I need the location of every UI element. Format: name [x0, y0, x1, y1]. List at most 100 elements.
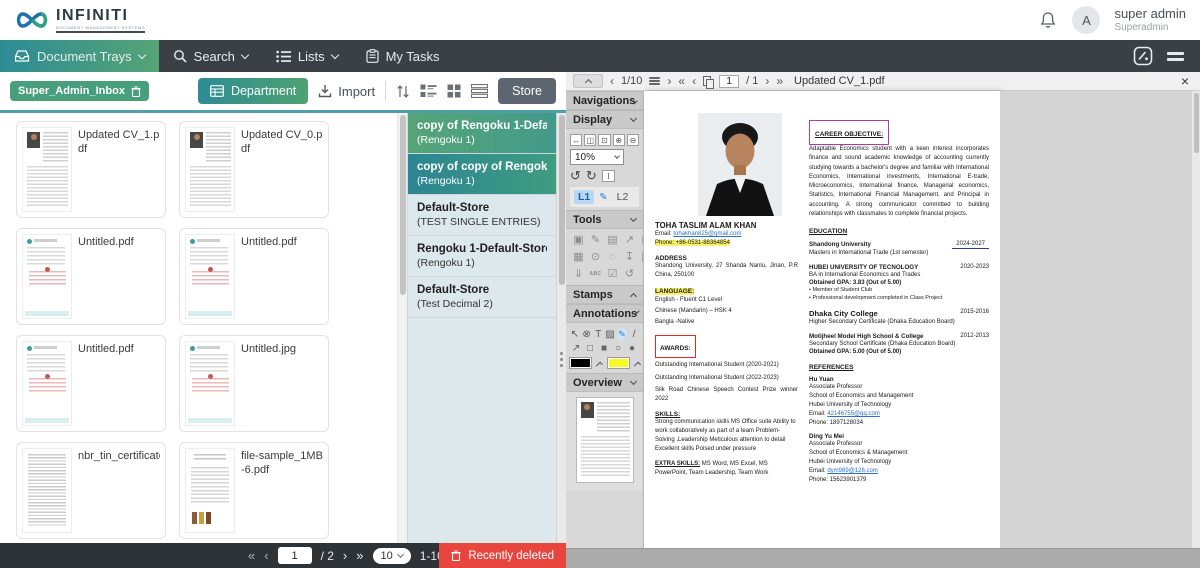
document-card[interactable]: Untitled.jpg: [179, 335, 329, 432]
last-page-icon[interactable]: »: [776, 75, 783, 87]
section-annotations[interactable]: Annotations: [566, 304, 643, 323]
store-item[interactable]: Rengoku 1-Default-Store (Rengoku 1): [408, 236, 556, 277]
panel-drag-handle[interactable]: [560, 358, 563, 361]
stack-icon[interactable]: [649, 75, 660, 86]
skills-title: SKILLS:: [655, 411, 798, 418]
text-select-icon[interactable]: I: [602, 170, 615, 182]
prev-document-icon[interactable]: ‹: [610, 75, 614, 87]
document-card[interactable]: Updated CV_0.pdf: [179, 121, 329, 218]
fill-color-swatch[interactable]: [608, 358, 629, 368]
pen-annotation-icon[interactable]: ✎: [617, 328, 628, 341]
tray-tag[interactable]: Super_Admin_Inbox: [10, 81, 149, 101]
store-item[interactable]: copy of copy of Rengoku 1-Defa... (Rengo…: [408, 154, 556, 195]
save-icon[interactable]: ▣: [572, 234, 585, 246]
next-page-icon[interactable]: ›: [343, 549, 347, 562]
nav-my-tasks[interactable]: My Tasks: [352, 40, 454, 72]
store-item[interactable]: copy of Rengoku 1-Default-Store (Rengoku…: [408, 113, 556, 154]
lasso-icon[interactable]: ◌: [606, 251, 619, 263]
first-page-icon[interactable]: «: [678, 75, 685, 87]
ref-email-link[interactable]: 42146755@qq.com: [827, 411, 879, 417]
section-overview[interactable]: Overview: [566, 373, 643, 392]
bell-icon[interactable]: [1038, 11, 1058, 29]
rectangle-icon[interactable]: □: [584, 343, 596, 354]
line-icon[interactable]: /: [629, 329, 639, 340]
page-input[interactable]: [278, 547, 312, 564]
close-icon[interactable]: ×: [1177, 73, 1193, 89]
next-page-icon[interactable]: ›: [765, 75, 769, 87]
document-card[interactable]: Updated CV_1.pdf: [16, 121, 166, 218]
history-icon[interactable]: ↺: [623, 268, 636, 280]
filled-ellipse-icon[interactable]: ●: [626, 343, 638, 354]
tasks-check-icon[interactable]: ☑: [606, 268, 619, 280]
avatar[interactable]: A: [1072, 6, 1100, 34]
grid-icon[interactable]: ▦: [572, 251, 585, 263]
import-button[interactable]: Import: [318, 84, 375, 99]
sort-icon[interactable]: [396, 84, 410, 99]
fit-window-icon[interactable]: ◫: [584, 134, 596, 146]
share-icon[interactable]: ↗: [623, 234, 636, 246]
next-document-icon[interactable]: ›: [667, 75, 671, 87]
edit-layer-icon[interactable]: ✎: [599, 192, 607, 203]
arrow-annotation-icon[interactable]: ↗: [570, 343, 582, 354]
recently-deleted-button[interactable]: Recently deleted: [439, 543, 566, 568]
ocr-icon[interactable]: ABC: [589, 268, 602, 280]
document-card[interactable]: Untitled.pdf: [179, 228, 329, 325]
cv-email-link[interactable]: tohakhan825@gmail.com: [673, 231, 741, 237]
export-icon[interactable]: ⇓: [572, 268, 585, 280]
filled-rectangle-icon[interactable]: ■: [598, 343, 610, 354]
collapse-sidebar-button[interactable]: [573, 74, 603, 88]
pin-icon[interactable]: ↧: [623, 251, 636, 263]
store-item[interactable]: Default-Store (Test Decimal 2): [408, 277, 556, 318]
rotate-left-icon[interactable]: ↺: [570, 168, 581, 184]
store-scrollbar[interactable]: [556, 113, 566, 543]
stroke-color-swatch[interactable]: [570, 358, 591, 368]
page-size-select[interactable]: 10: [373, 548, 411, 564]
fit-width-icon[interactable]: ↔: [570, 134, 582, 146]
section-tools[interactable]: Tools: [566, 210, 643, 229]
nav-lists[interactable]: Lists: [262, 40, 352, 72]
list-view-icon[interactable]: [420, 84, 437, 98]
scan-icon[interactable]: [1133, 46, 1153, 66]
section-navigations[interactable]: Navigations: [566, 91, 643, 110]
select-cursor-icon[interactable]: ↖: [570, 329, 580, 340]
zoom-in-icon[interactable]: ⊕: [613, 134, 625, 146]
layer-1-button[interactable]: L1: [574, 190, 594, 204]
department-icon: [210, 85, 224, 97]
document-card[interactable]: Untitled.pdf: [16, 335, 166, 432]
document-card[interactable]: Untitled.pdf: [16, 228, 166, 325]
store-item[interactable]: Default-Store (TEST SINGLE ENTRIES): [408, 195, 556, 236]
document-card[interactable]: file-sample_1MB-6.pdf: [179, 442, 329, 539]
nav-document-trays[interactable]: Document Trays: [0, 40, 159, 72]
prev-page-icon[interactable]: ‹: [692, 75, 696, 87]
rows-view-icon[interactable]: [471, 84, 488, 98]
eraser-icon[interactable]: ⊗: [582, 329, 592, 340]
grid-scrollbar[interactable]: [397, 113, 407, 543]
rotate-right-icon[interactable]: ↻: [586, 168, 597, 184]
highlight-icon[interactable]: ▨: [605, 329, 615, 340]
first-page-icon[interactable]: «: [248, 549, 255, 562]
store-button[interactable]: Store: [498, 78, 556, 104]
ref-email-link[interactable]: dym989@126.com: [827, 468, 877, 474]
layer-2-button[interactable]: L2: [613, 190, 633, 204]
zoom-select[interactable]: 10%: [570, 149, 624, 165]
section-display[interactable]: Display: [566, 110, 643, 129]
search-doc-icon[interactable]: ⊙: [589, 251, 602, 263]
fit-page-icon[interactable]: ⊡: [598, 134, 610, 146]
section-stamps[interactable]: Stamps: [566, 285, 643, 304]
nav-search[interactable]: Search: [159, 40, 262, 72]
ellipse-icon[interactable]: ○: [612, 343, 624, 354]
prev-page-icon[interactable]: ‹: [264, 549, 268, 562]
viewer-page-input[interactable]: [719, 75, 739, 88]
department-button[interactable]: Department: [198, 78, 308, 104]
zoom-out-icon[interactable]: ⊖: [627, 134, 639, 146]
trash-icon[interactable]: [131, 86, 141, 97]
edit-icon[interactable]: ✎: [589, 234, 602, 246]
text-annotation-icon[interactable]: T: [593, 329, 603, 340]
last-page-icon[interactable]: »: [356, 549, 363, 562]
page-overview-thumbnail[interactable]: [576, 397, 634, 483]
menu-icon[interactable]: [1167, 49, 1184, 64]
viewer-scrollbar[interactable]: [1192, 91, 1200, 548]
print-icon[interactable]: ▤: [606, 234, 619, 246]
document-card[interactable]: nbr_tin_certificate_al: [16, 442, 166, 539]
grid-view-icon[interactable]: [447, 84, 461, 98]
